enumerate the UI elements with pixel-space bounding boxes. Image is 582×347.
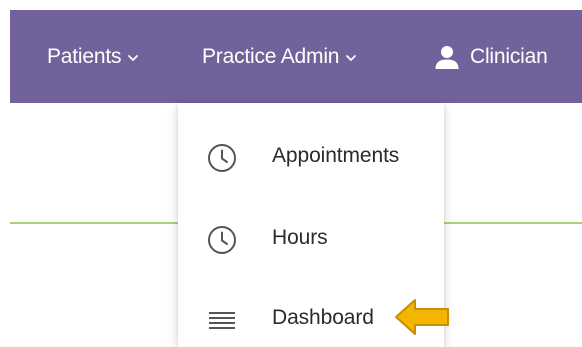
- nav-patients-menu[interactable]: Patients: [47, 10, 139, 103]
- clock-icon: [208, 226, 236, 254]
- menu-item-label: Dashboard: [272, 306, 374, 329]
- chevron-down-icon: [128, 54, 139, 61]
- page: Patients Practice Admin Clinician Appoin…: [0, 0, 582, 347]
- menu-item-hours[interactable]: Hours: [178, 209, 444, 269]
- menu-item-appointments[interactable]: Appointments: [178, 127, 444, 187]
- menu-item-label: Hours: [272, 226, 328, 249]
- nav-practice-admin-menu[interactable]: Practice Admin: [202, 10, 357, 103]
- user-icon: [435, 45, 459, 69]
- top-navigation-bar: Patients Practice Admin Clinician: [10, 10, 582, 103]
- chevron-down-icon: [346, 54, 357, 61]
- nav-clinician-label: Clinician: [470, 44, 548, 68]
- list-icon: [209, 312, 235, 329]
- nav-clinician-user-menu[interactable]: Clinician: [434, 10, 548, 103]
- menu-item-label: Appointments: [272, 144, 400, 167]
- clock-icon: [208, 144, 236, 172]
- nav-patients-label: Patients: [47, 44, 122, 68]
- pointer-arrow-icon: [395, 299, 449, 335]
- nav-practice-admin-label: Practice Admin: [202, 44, 340, 68]
